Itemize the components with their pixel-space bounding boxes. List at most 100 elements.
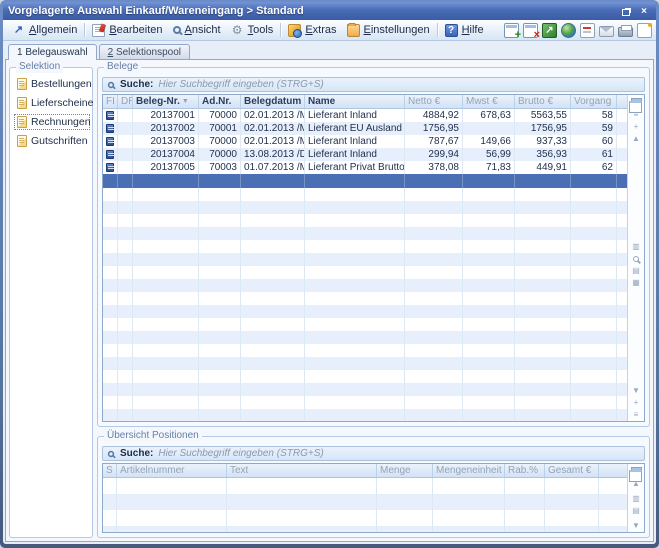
selected-empty-row[interactable] (103, 174, 627, 188)
menu-bearbeiten[interactable]: Bearbeiten (87, 22, 167, 39)
positionen-search-input[interactable] (158, 448, 640, 459)
allgemein-icon: ↗ (12, 24, 25, 37)
col-name[interactable]: Name (305, 95, 405, 108)
sort-icon: ▼ (182, 98, 189, 105)
scroll-bottom-icon[interactable]: ≡ (634, 409, 639, 421)
col-fi[interactable]: FI (103, 95, 118, 108)
close-icon: × (641, 6, 647, 17)
tab-belegauswahl[interactable]: 1 Belegauswahl (8, 44, 97, 60)
document-marker-icon[interactable] (580, 23, 595, 38)
table-remove-icon[interactable] (523, 23, 538, 38)
print-icon[interactable] (618, 27, 633, 37)
col-rab[interactable]: Rab.% (505, 464, 545, 477)
menu-separator (280, 23, 281, 37)
positionen-search-bar[interactable]: Suche: (102, 446, 645, 461)
record-icon (106, 150, 114, 159)
nav-plus-icon[interactable]: + (634, 121, 639, 133)
positionen-group-label: Übersicht Positionen (104, 430, 202, 442)
tab-strip: 1 Belegauswahl 2 Selektionspool (5, 43, 654, 59)
menu-einstellungen[interactable]: Einstellungen (342, 22, 435, 39)
app-window: Vorgelagerte Auswahl Einkauf/Wareneingan… (0, 0, 659, 548)
new-document-icon[interactable] (637, 23, 652, 38)
col-brutto[interactable]: Brutto € (515, 95, 571, 108)
tab-selektionspool[interactable]: 2 Selektionspool (99, 44, 190, 59)
search-label: Suche: (120, 79, 153, 90)
belege-search-bar[interactable]: Suche: (102, 77, 645, 92)
col-netto[interactable]: Netto € (405, 95, 463, 108)
sidebar-item-rechnungen[interactable]: Rechnungen (14, 114, 90, 130)
record-icon (106, 163, 114, 172)
column-chooser-icon[interactable] (631, 98, 642, 107)
menu-separator (437, 23, 438, 37)
tools-icon: ⚙ (231, 24, 244, 37)
belege-grid: FI DR Beleg-Nr.▼ Ad.Nr. Belegdatum Name … (102, 94, 645, 422)
record-icon (106, 137, 114, 146)
rows-icon[interactable]: ▤ (632, 505, 640, 517)
table-row[interactable]: 20137004 70000 13.08.2013 /Di Lieferant … (103, 148, 627, 161)
column-chooser-icon[interactable] (631, 467, 642, 476)
ansicht-icon (173, 26, 181, 34)
table-row[interactable]: 20137005 70003 01.07.2013 /Mo Lieferant … (103, 161, 627, 174)
sidebar-item-lieferscheine[interactable]: Lieferscheine (14, 95, 90, 111)
positionen-grid: S Artikelnummer Text Menge Mengeneinheit… (102, 463, 645, 533)
sidebar-item-bestellungen[interactable]: Bestellungen (14, 76, 90, 92)
scroll-down-icon[interactable]: ▼ (632, 520, 640, 532)
menu-ansicht[interactable]: Ansicht (168, 22, 226, 38)
export-icon[interactable]: ↗ (542, 23, 557, 38)
tab-page: Selektion Bestellungen Lieferscheine (5, 59, 654, 542)
table-row[interactable]: 20137002 70001 02.01.2013 /Mi Lieferant … (103, 122, 627, 135)
close-button[interactable]: × (637, 5, 651, 18)
title-bar[interactable]: Vorgelagerte Auswahl Einkauf/Wareneingan… (3, 2, 656, 20)
nav-plus-icon[interactable]: + (634, 397, 639, 409)
col-s[interactable]: S (103, 464, 117, 477)
col-beleg-nr[interactable]: Beleg-Nr.▼ (133, 95, 199, 108)
col-dr[interactable]: DR (118, 95, 133, 108)
document-icon (17, 78, 27, 90)
restore-button[interactable] (620, 5, 634, 18)
selektion-group-label: Selektion (16, 61, 63, 73)
columns-icon[interactable]: ▥ (632, 493, 640, 505)
grid-view-icon[interactable]: ▦ (632, 277, 640, 289)
record-icon (106, 124, 114, 133)
col-gesamt[interactable]: Gesamt € (545, 464, 599, 477)
table-row[interactable]: 20137001 70000 02.01.2013 /Mi Lieferant … (103, 109, 627, 122)
col-mwst[interactable]: Mwst € (463, 95, 515, 108)
menu-toolbar: ↗ Allgemein Bearbeiten Ansicht ⚙ Tools E… (3, 20, 656, 41)
mail-icon[interactable] (599, 26, 614, 37)
belege-groupbox: Belege Suche: FI DR Beleg-Nr.▼ Ad.N (97, 67, 650, 427)
col-text[interactable]: Text (227, 464, 377, 477)
globe-icon[interactable] (561, 23, 576, 38)
document-icon (17, 135, 27, 147)
menu-extras[interactable]: Extras (283, 22, 341, 39)
scroll-up-icon[interactable]: ▲ (632, 133, 640, 145)
table-row[interactable]: 20137003 70000 02.01.2013 /Mi Lieferant … (103, 135, 627, 148)
record-icon (106, 111, 114, 120)
menu-hilfe[interactable]: ? Hilfe (440, 22, 489, 39)
col-mengeneinheit[interactable]: Mengeneinheit (433, 464, 505, 477)
grid-search-icon[interactable] (633, 256, 639, 262)
columns-icon[interactable]: ▥ (632, 241, 640, 253)
col-belegdatum[interactable]: Belegdatum (241, 95, 305, 108)
col-vorgang[interactable]: Vorgang (571, 95, 617, 108)
einstellungen-icon (347, 24, 360, 37)
hilfe-icon: ? (445, 24, 458, 37)
table-add-icon[interactable] (504, 23, 519, 38)
col-ad-nr[interactable]: Ad.Nr. (199, 95, 241, 108)
search-icon (108, 450, 114, 456)
content-area: 1 Belegauswahl 2 Selektionspool Selektio… (3, 41, 656, 544)
document-icon (17, 116, 27, 128)
menu-allgemein[interactable]: ↗ Allgemein (7, 22, 82, 39)
empty-rows-area (103, 188, 627, 421)
search-label: Suche: (120, 448, 153, 459)
belege-search-input[interactable] (158, 79, 640, 90)
positionen-groupbox: Übersicht Positionen Suche: S Artikelnum… (97, 436, 650, 538)
rows-icon[interactable]: ▤ (632, 265, 640, 277)
col-artikelnummer[interactable]: Artikelnummer (117, 464, 227, 477)
positionen-grid-sidebar: ▲ ▥ ▤ ▼ (627, 464, 644, 532)
scroll-down-icon[interactable]: ▼ (632, 385, 640, 397)
selektion-groupbox: Selektion Bestellungen Lieferscheine (9, 67, 93, 538)
col-menge[interactable]: Menge (377, 464, 433, 477)
bearbeiten-icon (92, 24, 105, 37)
menu-tools[interactable]: ⚙ Tools (226, 22, 279, 39)
sidebar-item-gutschriften[interactable]: Gutschriften (14, 133, 90, 149)
